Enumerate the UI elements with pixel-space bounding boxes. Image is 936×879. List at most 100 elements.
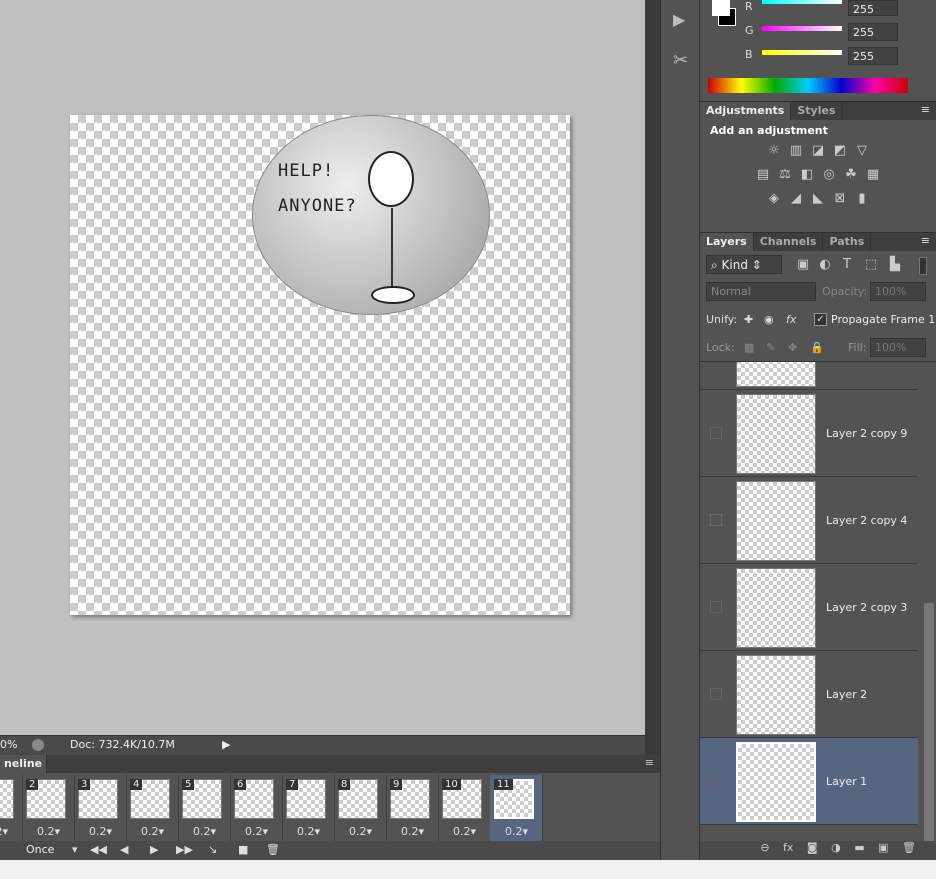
- layer-row[interactable]: Layer 2: [700, 651, 918, 738]
- channel-mixer-icon[interactable]: ☘: [843, 168, 859, 182]
- g-input[interactable]: 255: [848, 23, 898, 41]
- timeline-frame[interactable]: 3 0.2▾: [74, 775, 127, 841]
- layer-name[interactable]: Layer 2 copy 4: [826, 514, 907, 527]
- lock-transparent-icon[interactable]: ▩: [744, 341, 754, 354]
- unify-style-icon[interactable]: fx: [786, 313, 796, 326]
- layer-row[interactable]: Layer 2 copy 4: [700, 477, 918, 564]
- blend-mode-select[interactable]: Normal: [706, 282, 816, 301]
- r-slider[interactable]: [762, 0, 842, 4]
- frame-delay[interactable]: 0.2▾: [282, 825, 335, 838]
- posterize-icon[interactable]: ◢: [788, 192, 804, 206]
- document-canvas[interactable]: HELP! ANYONE?: [70, 115, 570, 615]
- unify-position-icon[interactable]: ✚: [744, 313, 753, 326]
- b-input[interactable]: 255: [848, 47, 898, 65]
- zoom-level[interactable]: 0%: [0, 738, 17, 751]
- lock-all-icon[interactable]: 🔒: [810, 341, 824, 354]
- timeline-frame[interactable]: 2 0.2▾: [22, 775, 75, 841]
- selective-color-icon[interactable]: ⊠: [832, 192, 848, 206]
- foreground-color[interactable]: [712, 0, 730, 16]
- r-input[interactable]: 255: [848, 0, 898, 16]
- photo-filter-icon[interactable]: ◎: [821, 168, 837, 182]
- status-icon[interactable]: [32, 739, 44, 751]
- lock-paint-icon[interactable]: ✎: [766, 341, 775, 354]
- gradient-map-icon[interactable]: ▮: [854, 192, 870, 206]
- timeline-frame[interactable]: 10 0.2▾: [438, 775, 491, 841]
- frame-delay[interactable]: 0.2▾: [386, 825, 439, 838]
- tab-paths[interactable]: Paths: [823, 233, 872, 251]
- levels-icon[interactable]: ▥: [788, 144, 804, 158]
- frame-delay[interactable]: 0.2▾: [230, 825, 283, 838]
- kind-filter-select[interactable]: ⌕ Kind ⇕: [706, 255, 782, 274]
- g-slider[interactable]: [762, 26, 842, 31]
- prev-frame-icon[interactable]: ◀: [120, 843, 128, 856]
- panel-menu-icon[interactable]: ≡: [921, 103, 930, 116]
- chevron-down-icon[interactable]: ▾: [72, 843, 78, 856]
- unify-visibility-icon[interactable]: ◉: [764, 313, 774, 326]
- play-action-icon[interactable]: ▶: [673, 10, 685, 29]
- filter-toggle[interactable]: [919, 257, 927, 275]
- threshold-icon[interactable]: ◣: [810, 192, 826, 206]
- new-layer-icon[interactable]: ▣: [878, 841, 888, 854]
- layer-name[interactable]: Layer 2 copy 9: [826, 427, 907, 440]
- filter-adjustment-icon[interactable]: ◐: [817, 258, 833, 272]
- visibility-toggle[interactable]: [710, 601, 722, 613]
- frame-delay[interactable]: 0.2▾: [334, 825, 387, 838]
- group-icon[interactable]: ▬: [854, 841, 864, 854]
- timeline-frame[interactable]: 9 0.2▾: [386, 775, 439, 841]
- filter-type-icon[interactable]: T: [839, 258, 855, 272]
- new-frame-icon[interactable]: ■: [238, 843, 248, 856]
- tab-channels[interactable]: Channels: [754, 233, 824, 251]
- tools-icon[interactable]: ✂: [673, 50, 688, 71]
- vibrance-icon[interactable]: ▽: [854, 144, 870, 158]
- delete-layer-icon[interactable]: 🗑: [902, 841, 916, 854]
- color-balance-icon[interactable]: ⚖: [777, 168, 793, 182]
- lock-position-icon[interactable]: ✥: [788, 341, 797, 354]
- invert-icon[interactable]: ◈: [766, 192, 782, 206]
- color-lookup-icon[interactable]: ▦: [865, 168, 881, 182]
- timeline-frame[interactable]: 8 0.2▾: [334, 775, 387, 841]
- mask-icon[interactable]: ◙: [807, 841, 818, 854]
- frame-delay[interactable]: 0.2▾: [490, 825, 543, 838]
- layers-scrollbar[interactable]: [924, 603, 934, 841]
- propagate-checkbox[interactable]: ✓: [814, 313, 827, 326]
- color-spectrum[interactable]: [708, 78, 908, 93]
- visibility-toggle[interactable]: [710, 514, 722, 526]
- filter-smart-icon[interactable]: ▙: [887, 258, 903, 272]
- layer-row[interactable]: Layer 2 copy 9: [700, 390, 918, 477]
- timeline-frame[interactable]: 0.2▾: [0, 775, 23, 841]
- timeline-frame[interactable]: 5 0.2▾: [178, 775, 231, 841]
- link-icon[interactable]: ⊖: [760, 841, 769, 854]
- frame-delay[interactable]: 0.2▾: [126, 825, 179, 838]
- frame-delay[interactable]: 0.2▾: [74, 825, 127, 838]
- first-frame-icon[interactable]: ◀◀: [90, 843, 107, 856]
- filter-pixel-icon[interactable]: ▣: [795, 258, 811, 272]
- visibility-toggle[interactable]: [710, 427, 722, 439]
- brightness-icon[interactable]: ☼: [766, 144, 782, 158]
- tab-layers[interactable]: Layers: [700, 233, 754, 251]
- status-menu-arrow-icon[interactable]: ▶: [222, 738, 230, 751]
- play-icon[interactable]: ▶: [150, 843, 158, 856]
- tab-timeline[interactable]: neline: [0, 755, 48, 773]
- visibility-toggle[interactable]: [710, 688, 722, 700]
- filter-shape-icon[interactable]: ⬚: [863, 258, 879, 272]
- fx-icon[interactable]: fx: [783, 841, 793, 854]
- panel-menu-icon[interactable]: ≡: [645, 756, 654, 769]
- layer-name[interactable]: Layer 1: [826, 775, 867, 788]
- panel-menu-icon[interactable]: ≡: [921, 234, 930, 247]
- frame-delay[interactable]: 0.2▾: [438, 825, 491, 838]
- exposure-icon[interactable]: ◩: [832, 144, 848, 158]
- timeline-frame[interactable]: 11 0.2▾: [490, 775, 543, 841]
- tween-icon[interactable]: ↘: [208, 843, 217, 856]
- tab-adjustments[interactable]: Adjustments: [700, 102, 792, 120]
- opacity-input[interactable]: 100%: [870, 282, 926, 301]
- black-white-icon[interactable]: ◧: [799, 168, 815, 182]
- b-slider[interactable]: [762, 50, 842, 55]
- frame-delay[interactable]: 0.2▾: [22, 825, 75, 838]
- timeline-frame[interactable]: 4 0.2▾: [126, 775, 179, 841]
- visibility-toggle[interactable]: [710, 775, 722, 787]
- layer-row[interactable]: Layer 2 copy 3: [700, 564, 918, 651]
- workspace-scrollbar[interactable]: [645, 0, 660, 755]
- loop-select[interactable]: Once: [26, 843, 54, 856]
- layer-row[interactable]: Layer 1: [700, 738, 918, 825]
- delete-frame-icon[interactable]: 🗑: [266, 843, 280, 856]
